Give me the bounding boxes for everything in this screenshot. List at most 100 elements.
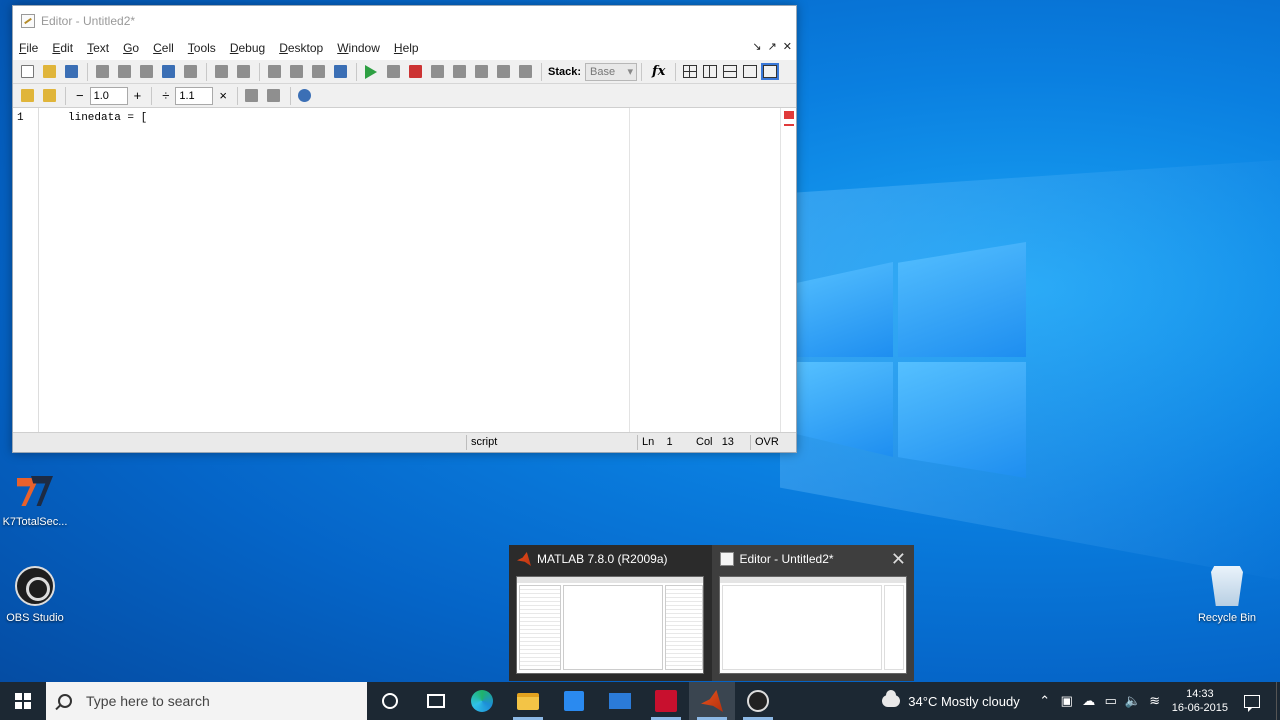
menu-text[interactable]: Text (87, 41, 109, 55)
taskbar-mail[interactable] (597, 682, 643, 720)
step-in-icon[interactable] (449, 63, 469, 81)
show-cell-titles-icon[interactable] (242, 87, 262, 105)
run-icon[interactable] (361, 63, 381, 81)
open-folder-icon[interactable] (39, 63, 59, 81)
taskbar-acrobat[interactable] (643, 682, 689, 720)
preview-matlab[interactable]: MATLAB 7.8.0 (R2009a) (509, 545, 712, 681)
save-icon[interactable] (61, 63, 81, 81)
multiply-button[interactable]: × (219, 88, 227, 103)
close-icon[interactable]: ✕ (783, 40, 792, 53)
stack-select[interactable]: Base (585, 62, 638, 81)
print-icon[interactable] (211, 63, 231, 81)
editor-titlebar[interactable]: Editor - Untitled2* (13, 6, 796, 36)
info-icon[interactable] (295, 87, 315, 105)
menu-debug[interactable]: Debug (230, 41, 265, 55)
maximize-icon[interactable] (761, 63, 780, 80)
clear-breakpoints-icon[interactable] (405, 63, 425, 81)
matlab-icon (517, 552, 531, 566)
battery-icon[interactable]: ▭ (1100, 693, 1122, 709)
toolbar-separator (206, 62, 207, 81)
stack-label: Stack: (548, 65, 582, 78)
desktop-icon-obs[interactable]: OBS Studio (2, 566, 68, 624)
taskbar-preview: MATLAB 7.8.0 (R2009a) Editor - Untitled2… (509, 545, 914, 681)
menu-edit[interactable]: Edit (52, 41, 73, 55)
increment-button[interactable]: + (134, 88, 142, 103)
cortana-button[interactable] (367, 682, 413, 720)
preview-thumbnail[interactable] (516, 576, 704, 674)
taskbar-edge[interactable] (459, 682, 505, 720)
k7-icon (15, 474, 55, 510)
tile-vertical-icon[interactable] (703, 65, 718, 78)
step-icon[interactable] (427, 63, 447, 81)
redo-icon[interactable] (180, 63, 200, 81)
exit-debug-icon[interactable] (515, 63, 535, 81)
taskbar-file-explorer[interactable] (505, 682, 551, 720)
chevron-up-icon[interactable]: ⌃ (1034, 693, 1056, 709)
function-browser-icon[interactable] (330, 63, 350, 81)
paste-icon[interactable] (136, 63, 156, 81)
menu-help[interactable]: Help (394, 41, 419, 55)
undo-icon[interactable] (158, 63, 178, 81)
editor-window: Editor - Untitled2* File Edit Text Go Ce… (12, 5, 797, 453)
taskbar-obs[interactable] (735, 682, 781, 720)
copy-icon[interactable] (114, 63, 134, 81)
decrement-button[interactable]: − (76, 88, 84, 103)
menu-cell[interactable]: Cell (153, 41, 174, 55)
show-desktop-button[interactable] (1276, 682, 1280, 720)
new-file-icon[interactable] (17, 63, 37, 81)
back-icon[interactable] (286, 63, 306, 81)
toolbar-separator (289, 86, 291, 105)
insert-cell-icon[interactable] (17, 87, 37, 105)
task-view-button[interactable] (413, 682, 459, 720)
publish-icon[interactable] (233, 63, 253, 81)
menu-desktop[interactable]: Desktop (279, 41, 323, 55)
code-editor[interactable]: 1 linedata = [ (13, 108, 796, 434)
forward-icon[interactable] (308, 63, 328, 81)
desktop-icon-k7[interactable]: K7TotalSec... (2, 474, 68, 528)
wifi-icon[interactable]: ≋ (1144, 693, 1166, 709)
fx-icon[interactable]: fx (652, 64, 665, 79)
clock[interactable]: 14:33 16-06-2015 (1172, 687, 1228, 715)
preview-close-icon[interactable]: ✕ (891, 550, 906, 568)
menu-go[interactable]: Go (123, 41, 139, 55)
preview-thumbnail[interactable] (718, 576, 907, 674)
code-line[interactable]: linedata = [ (68, 112, 147, 124)
onedrive-icon[interactable]: ☁ (1078, 693, 1100, 709)
error-indicator[interactable] (784, 111, 794, 119)
error-marker[interactable] (784, 124, 794, 126)
desktop-icon-recycle-bin[interactable]: Recycle Bin (1194, 566, 1260, 624)
dock-icon[interactable]: ↘ (752, 40, 761, 53)
taskbar-store[interactable] (551, 682, 597, 720)
set-breakpoint-icon[interactable] (383, 63, 403, 81)
continue-icon[interactable] (493, 63, 513, 81)
step-out-icon[interactable] (471, 63, 491, 81)
find-icon[interactable] (264, 63, 284, 81)
increment-value-field[interactable] (89, 86, 128, 105)
tile-grid-icon[interactable] (683, 65, 698, 78)
toolbar-separator (641, 62, 643, 81)
float-icon[interactable] (743, 65, 758, 78)
menu-file[interactable]: File (19, 41, 38, 55)
meet-now-icon[interactable]: ▣ (1056, 693, 1078, 709)
evaluate-cell-icon[interactable] (39, 87, 59, 105)
hide-cell-titles-icon[interactable] (264, 87, 284, 105)
line-number: 1 (17, 112, 24, 124)
weather-widget[interactable]: 34°C Mostly cloudy (882, 690, 1020, 709)
preview-editor[interactable]: Editor - Untitled2* ✕ (711, 545, 914, 681)
volume-icon[interactable]: 🔈 (1122, 693, 1144, 709)
obs-icon (747, 690, 769, 712)
undock-icon[interactable]: ↗ (768, 40, 777, 53)
tile-horizontal-icon[interactable] (723, 65, 738, 78)
cut-icon[interactable] (92, 63, 112, 81)
taskbar-search[interactable]: Type here to search (46, 682, 367, 720)
menu-tools[interactable]: Tools (188, 41, 216, 55)
start-button[interactable] (0, 682, 46, 720)
cortana-icon (382, 693, 398, 709)
divide-button[interactable]: ÷ (162, 88, 169, 103)
notification-icon[interactable] (1244, 694, 1260, 712)
menu-window[interactable]: Window (337, 41, 380, 55)
menu-bar: File Edit Text Go Cell Tools Debug Deskt… (13, 36, 796, 60)
message-bar[interactable] (780, 108, 796, 434)
scale-value-field[interactable] (175, 86, 214, 105)
taskbar-matlab[interactable] (689, 682, 735, 720)
